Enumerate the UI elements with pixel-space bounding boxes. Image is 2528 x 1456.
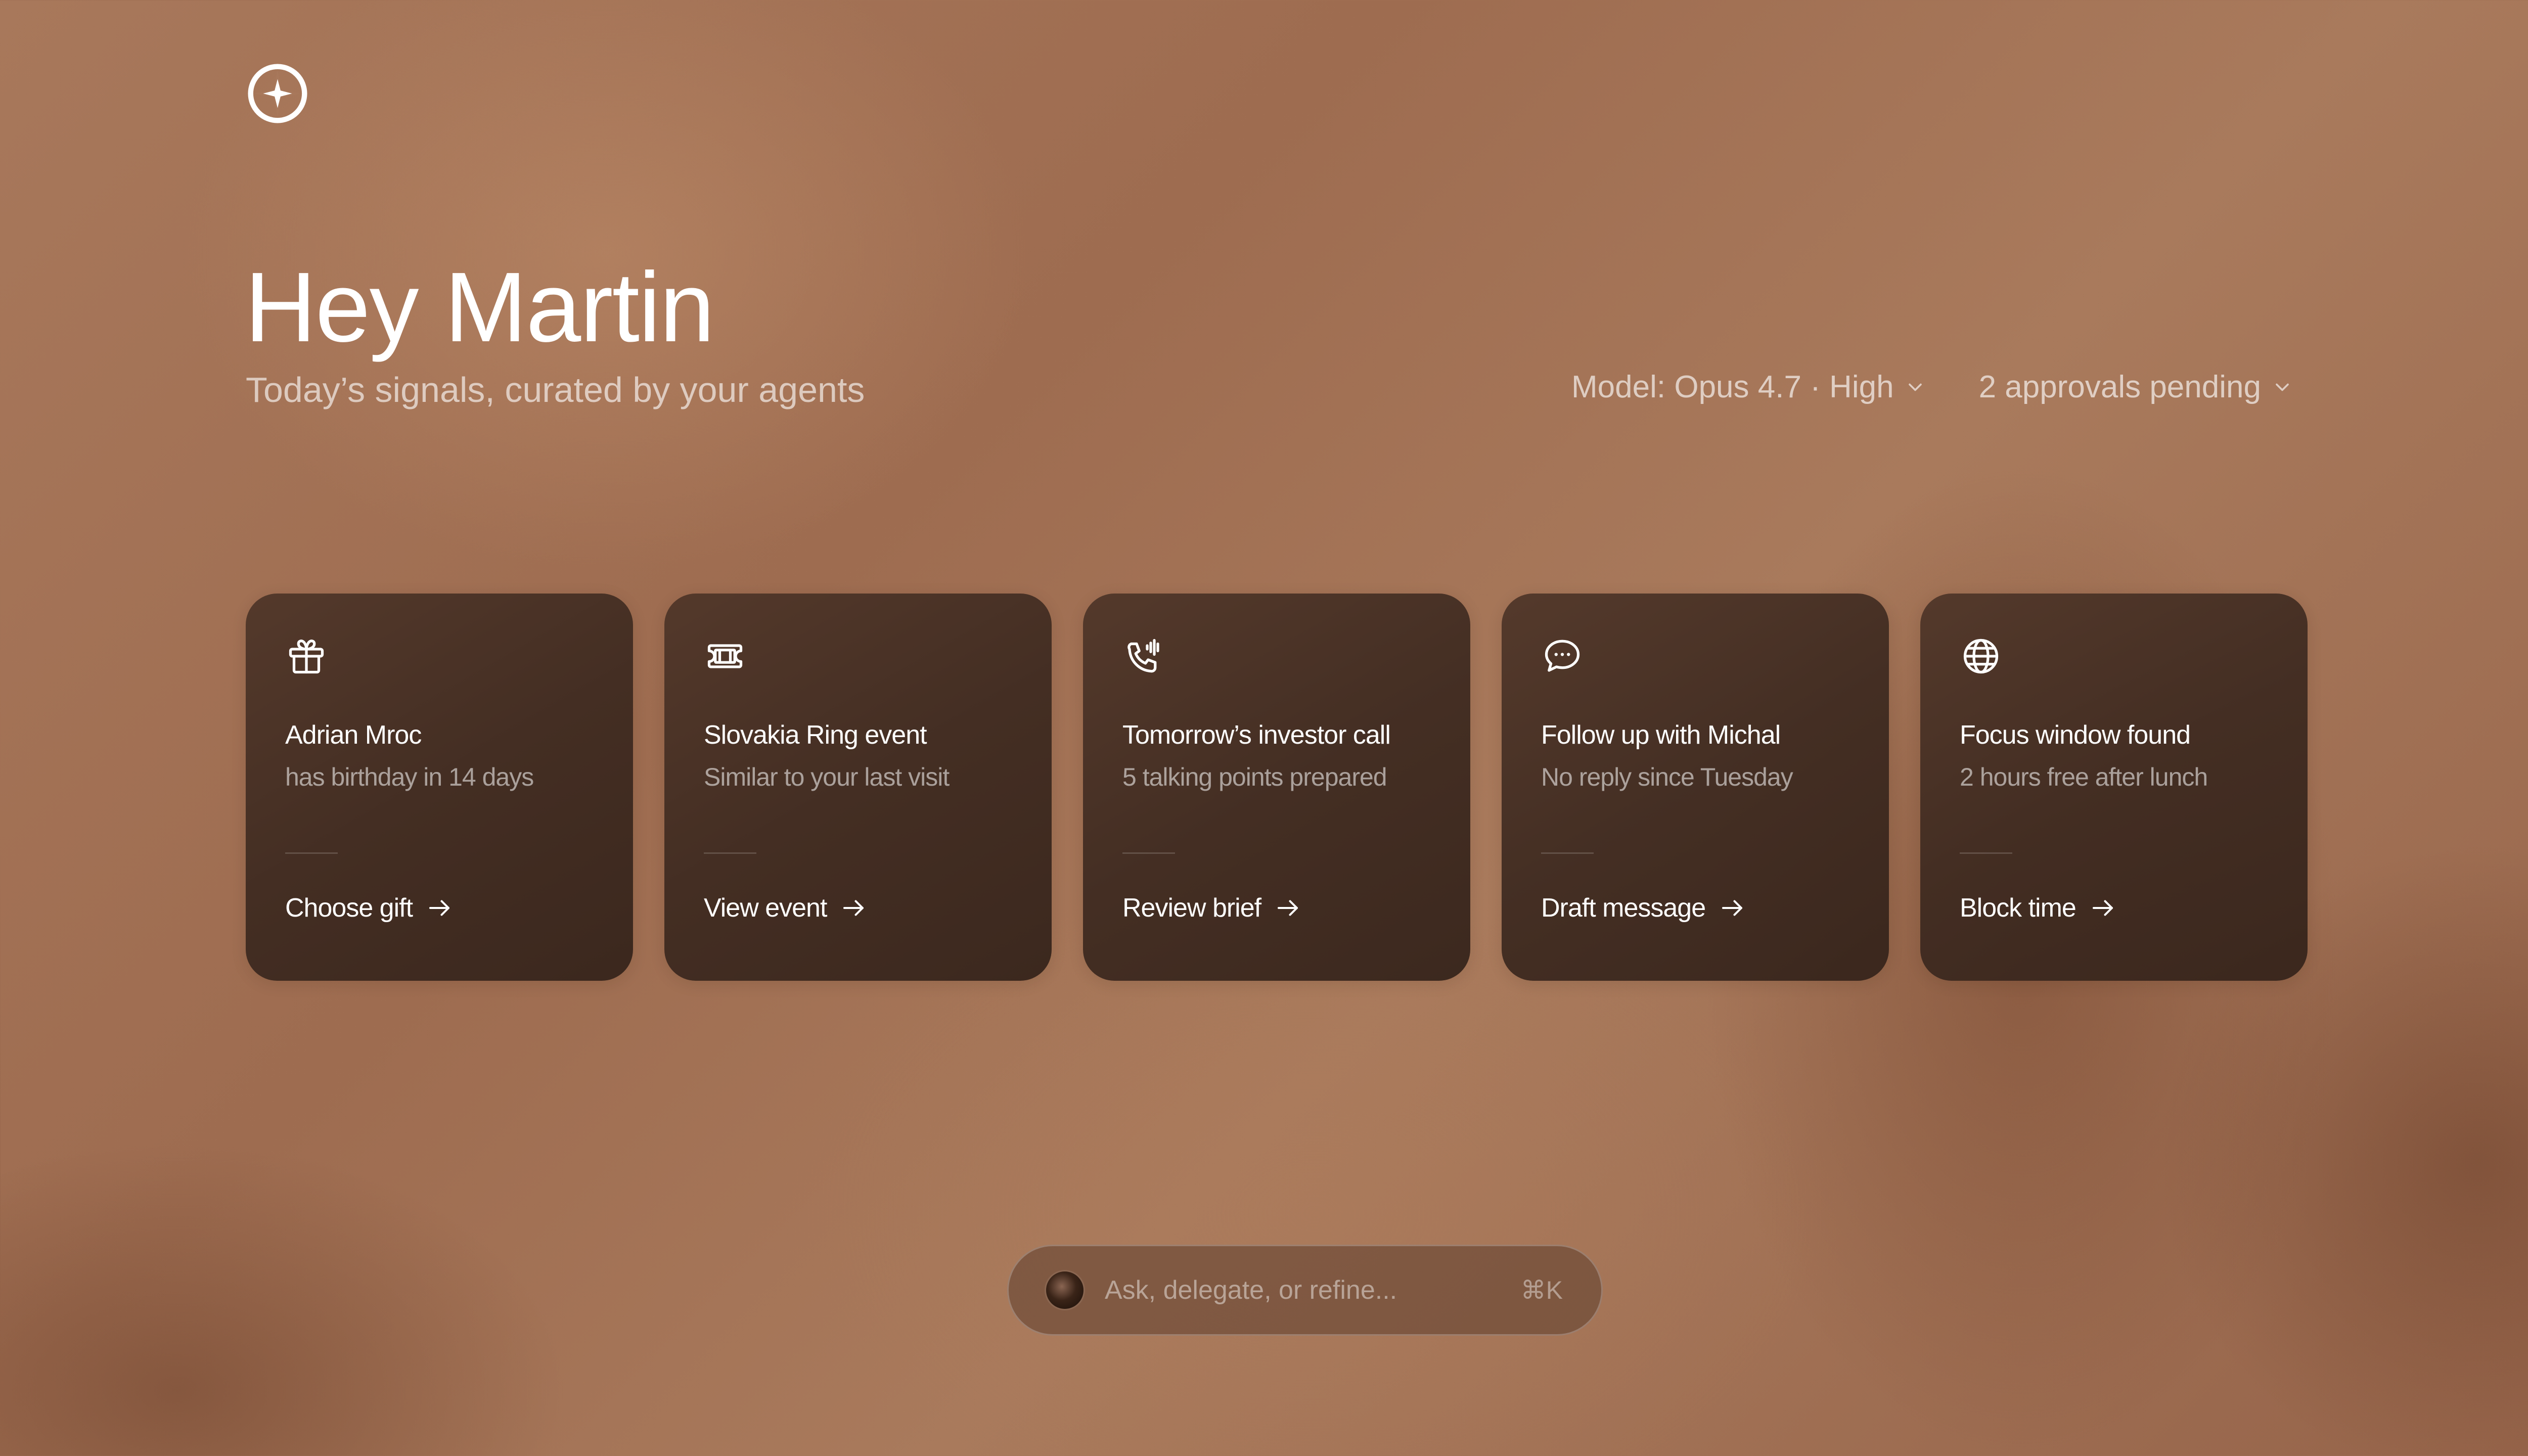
approvals-dropdown[interactable]: 2 approvals pending bbox=[1979, 369, 2293, 405]
signal-card-birthday[interactable]: Adrian Mroc has birthday in 14 days Choo… bbox=[246, 594, 633, 981]
card-subtitle: 2 hours free after lunch bbox=[1960, 763, 2208, 791]
card-subtitle: 5 talking points prepared bbox=[1122, 763, 1387, 791]
card-subtitle: Similar to your last visit bbox=[704, 763, 950, 791]
compass-star-icon[interactable] bbox=[245, 61, 310, 126]
block-time-button[interactable]: Block time bbox=[1960, 893, 2116, 923]
card-action-label: Review brief bbox=[1122, 893, 1261, 923]
arrow-right-icon bbox=[1278, 900, 1298, 916]
card-title: Focus window found bbox=[1960, 720, 2191, 750]
card-divider bbox=[1122, 852, 1175, 854]
card-title: Slovakia Ring event bbox=[704, 720, 927, 750]
header-controls: Model: Opus 4.7 · High 2 approvals pendi… bbox=[1571, 369, 2293, 405]
card-divider bbox=[285, 852, 338, 854]
view-event-button[interactable]: View event bbox=[704, 893, 867, 923]
gift-icon bbox=[289, 640, 324, 674]
globe-icon bbox=[1963, 639, 1999, 674]
model-selector-label: Model: Opus 4.7 · High bbox=[1571, 370, 1894, 404]
avatar[interactable] bbox=[1046, 1271, 1084, 1309]
card-divider bbox=[1541, 852, 1594, 854]
arrow-right-icon bbox=[843, 900, 864, 916]
card-divider bbox=[1960, 852, 2012, 854]
approvals-label: 2 approvals pending bbox=[1978, 370, 2261, 404]
card-title: Adrian Mroc bbox=[285, 720, 422, 750]
signal-card-event[interactable]: Slovakia Ring event Similar to your last… bbox=[664, 594, 1052, 981]
card-subtitle: has birthday in 14 days bbox=[285, 763, 534, 791]
chevron-down-icon bbox=[1908, 383, 1922, 391]
signal-card-follow-up[interactable]: Follow up with Michal No reply since Tue… bbox=[1502, 594, 1889, 981]
model-selector[interactable]: Model: Opus 4.7 · High bbox=[1571, 369, 1926, 405]
card-action-label: View event bbox=[704, 893, 827, 923]
card-divider bbox=[704, 852, 756, 854]
draft-message-button[interactable]: Draft message bbox=[1541, 893, 1746, 923]
arrow-right-icon bbox=[429, 900, 450, 916]
prompt-bar[interactable]: ⌘K bbox=[1007, 1245, 1603, 1336]
keyboard-shortcut-hint: ⌘K bbox=[1520, 1276, 1563, 1304]
greeting-title: Hey Martin bbox=[245, 252, 715, 362]
chat-bubble-icon bbox=[1545, 640, 1580, 672]
card-title: Follow up with Michal bbox=[1541, 720, 1781, 750]
ticket-icon bbox=[707, 644, 743, 668]
arrow-right-icon bbox=[2092, 900, 2113, 916]
arrow-right-icon bbox=[1722, 900, 1743, 916]
card-title: Tomorrow’s investor call bbox=[1122, 720, 1391, 750]
phone-call-icon bbox=[1127, 639, 1159, 673]
signal-card-focus-window[interactable]: Focus window found 2 hours free after lu… bbox=[1920, 594, 2308, 981]
card-action-label: Block time bbox=[1960, 893, 2076, 923]
signal-card-investor-call[interactable]: Tomorrow’s investor call 5 talking point… bbox=[1083, 594, 1470, 981]
chevron-down-icon bbox=[2276, 383, 2289, 391]
signal-cards: Adrian Mroc has birthday in 14 days Choo… bbox=[246, 594, 2308, 981]
card-action-label: Choose gift bbox=[285, 893, 413, 923]
choose-gift-button[interactable]: Choose gift bbox=[285, 893, 453, 923]
prompt-input[interactable] bbox=[1105, 1275, 1521, 1305]
review-brief-button[interactable]: Review brief bbox=[1122, 893, 1301, 923]
card-subtitle: No reply since Tuesday bbox=[1541, 763, 1793, 791]
card-action-label: Draft message bbox=[1541, 893, 1706, 923]
greeting-subtitle: Today’s signals, curated by your agents bbox=[246, 370, 865, 410]
